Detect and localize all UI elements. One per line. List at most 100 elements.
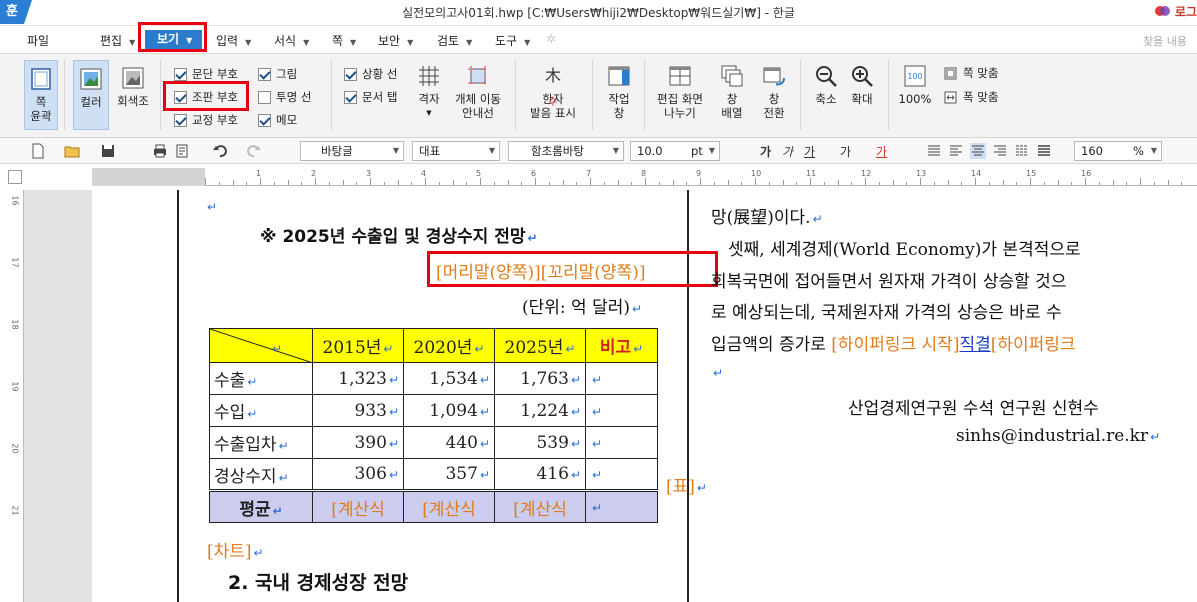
puzzle-icon[interactable]: ✲ xyxy=(546,32,556,46)
hyperlink-text[interactable]: 직결 xyxy=(959,335,990,355)
picture-checkbox[interactable]: 그림 xyxy=(258,66,297,82)
table-cell[interactable]: 933 ↵ xyxy=(312,394,404,427)
table-cell[interactable]: 수입 ↵ xyxy=(209,394,313,427)
author-line[interactable]: 산업경제연구원 수석 연구원 신현수 xyxy=(848,394,1099,419)
grayscale-button[interactable]: 회색조 xyxy=(113,66,153,126)
right-col-line[interactable]: 망(展望)이다. ↵ xyxy=(711,203,823,228)
memo-checkbox[interactable]: 메모 xyxy=(258,112,297,128)
chart-field[interactable]: [차트] ↵ xyxy=(207,537,264,562)
zoom-out-button[interactable]: 축소 xyxy=(808,64,844,106)
table-cell[interactable]: 1,224 ↵ xyxy=(494,394,586,427)
zoom-in-button[interactable]: 확대 xyxy=(844,64,880,106)
vertical-ruler[interactable]: 16 17 18 19 20 21 xyxy=(8,190,24,602)
align-justify-icon[interactable] xyxy=(926,143,942,159)
table-cell[interactable]: 416 ↵ xyxy=(494,458,586,491)
hanja-pronunciation-button[interactable]: 木수 한자 발음 표시 xyxy=(524,64,582,120)
calc-field-cell[interactable]: [계산식 xyxy=(494,489,586,523)
data-table[interactable]: ↵ 2015년 ↵ 2020년 ↵ 2025년 ↵ 비고 ↵ 수출 ↵ 1,323 ↵ 1,… xyxy=(209,328,658,523)
status-line-checkbox[interactable]: 상황 선 xyxy=(344,66,397,82)
right-col-line[interactable]: 셋째, 세계경제(World Economy)가 본격적으로 xyxy=(728,235,1081,260)
find-input[interactable]: 찾을 내용 xyxy=(1143,33,1187,49)
table-cell[interactable]: 1,534 ↵ xyxy=(403,362,495,395)
calc-field-cell[interactable]: [계산식 xyxy=(403,489,495,523)
menu-security[interactable]: 보안 ▼ xyxy=(378,32,413,49)
save-icon[interactable] xyxy=(100,143,116,159)
right-col-line[interactable]: 입금액의 증가로 [하이퍼링크 시작]직결[하이퍼링크 xyxy=(711,330,1076,355)
right-col-line[interactable]: 회복국면에 접어들면서 원자재 가격이 상승할 것으 xyxy=(711,267,1066,292)
ruler-corner[interactable] xyxy=(8,170,22,184)
email-line[interactable]: sinhs@industrial.re.kr ↵ xyxy=(956,426,1160,446)
fit-width-button[interactable]: 폭 맞춤 xyxy=(944,89,998,105)
empty-paragraph[interactable]: ↵ xyxy=(205,196,217,216)
doc-tab-checkbox[interactable]: 문서 탭 xyxy=(344,89,397,105)
table-header-cell[interactable]: 비고 ↵ xyxy=(585,328,658,363)
table-cell[interactable]: 1,763 ↵ xyxy=(494,362,586,395)
strikethrough-button[interactable]: 가 xyxy=(840,143,851,160)
preview-icon[interactable] xyxy=(174,143,190,159)
table-header-cell[interactable]: 2020년 ↵ xyxy=(403,328,495,363)
table-cell[interactable]: ↵ xyxy=(585,489,658,523)
new-document-icon[interactable] xyxy=(30,143,46,159)
align-right-icon[interactable] xyxy=(992,143,1008,159)
section2-heading[interactable]: 2. 국내 경제성장 전망 xyxy=(228,568,408,595)
color-button[interactable]: 컬러 xyxy=(73,60,109,130)
table-cell[interactable]: 357 ↵ xyxy=(403,458,495,491)
table-cell[interactable]: 수출입차 ↵ xyxy=(209,426,313,459)
language-select[interactable]: 대표 ▼ xyxy=(412,141,500,161)
align-left-icon[interactable] xyxy=(948,143,964,159)
italic-button[interactable]: 가 xyxy=(782,143,793,160)
table-cell[interactable]: ↵ xyxy=(585,362,658,395)
table-cell[interactable]: 390 ↵ xyxy=(312,426,404,459)
table-header-cell[interactable]: 2015년 ↵ xyxy=(312,328,404,363)
object-move-guide-button[interactable]: 개체 이동 안내선 xyxy=(450,64,506,120)
font-size-input[interactable]: 10.0 pt ▼ xyxy=(630,141,720,161)
menu-input[interactable]: 입력 ▼ xyxy=(216,32,251,49)
print-icon[interactable] xyxy=(152,143,168,159)
align-center-icon[interactable] xyxy=(970,143,986,159)
table-cell[interactable]: 평균 ↵ xyxy=(209,489,313,523)
zoom-select[interactable]: 160 % ▼ xyxy=(1074,141,1162,161)
para-marks-checkbox[interactable]: 문단 부호 xyxy=(174,66,238,82)
table-cell[interactable]: 수출 ↵ xyxy=(209,362,313,395)
table-cell[interactable]: 440 ↵ xyxy=(403,426,495,459)
split-screen-button[interactable]: 편집 화면 나누기 xyxy=(652,64,708,120)
login-button[interactable]: 로그 xyxy=(1154,3,1197,20)
font-color-button[interactable]: 가 xyxy=(876,143,887,160)
open-folder-icon[interactable] xyxy=(64,143,80,159)
table-cell[interactable]: ↵ xyxy=(585,394,658,427)
fit-page-button[interactable]: 쪽 맞춤 xyxy=(944,65,998,81)
table-header-cell[interactable]: 2025년 ↵ xyxy=(494,328,586,363)
zoom-100-button[interactable]: 100 100% xyxy=(896,64,934,106)
menu-review[interactable]: 검토 ▼ xyxy=(437,32,472,49)
window-arrange-button[interactable]: 창 배열 xyxy=(714,64,750,120)
table-cell[interactable]: 1,094 ↵ xyxy=(403,394,495,427)
table-cell[interactable]: ↵ xyxy=(585,458,658,491)
font-select[interactable]: 함초롬바탕 ▼ xyxy=(508,141,624,161)
split-align-icon[interactable] xyxy=(1036,143,1052,159)
work-window-button[interactable]: 작업 창 xyxy=(600,64,638,120)
style-select[interactable]: 바탕글 ▼ xyxy=(300,141,404,161)
menu-tools[interactable]: 도구 ▼ xyxy=(495,32,530,49)
page-outline-button[interactable]: 쪽 윤곽 xyxy=(24,60,58,130)
bold-button[interactable]: 가 xyxy=(760,143,771,160)
redo-icon[interactable] xyxy=(246,143,262,159)
heading-text[interactable]: ※ 2025년 수출입 및 경상수지 전망 ↵ xyxy=(260,222,538,247)
table-cell[interactable]: 539 ↵ xyxy=(494,426,586,459)
menu-edit[interactable]: 편집 ▼ xyxy=(100,32,135,49)
proof-marks-checkbox[interactable]: 교정 부호 xyxy=(174,112,238,128)
table-cell[interactable]: ↵ xyxy=(585,426,658,459)
window-switch-button[interactable]: 창 전환 xyxy=(756,64,792,120)
table-field[interactable]: [표] ↵ xyxy=(666,472,707,497)
menu-page[interactable]: 쪽 ▼ xyxy=(332,32,356,49)
grid-button[interactable]: 격자 ▼ xyxy=(412,64,446,120)
menu-file[interactable]: 파일 xyxy=(27,32,49,49)
table-corner-cell[interactable]: ↵ xyxy=(209,328,313,363)
table-cell[interactable]: 1,323 ↵ xyxy=(312,362,404,395)
underline-button[interactable]: 가 xyxy=(804,143,815,160)
calc-field-cell[interactable]: [계산식 xyxy=(312,489,404,523)
table-cell[interactable]: 306 ↵ xyxy=(312,458,404,491)
empty-paragraph[interactable]: ↵ xyxy=(711,362,723,382)
unit-text[interactable]: (단위: 억 달러) ↵ xyxy=(522,293,642,318)
transparent-line-checkbox[interactable]: 투명 선 xyxy=(258,89,311,105)
undo-icon[interactable] xyxy=(212,143,228,159)
